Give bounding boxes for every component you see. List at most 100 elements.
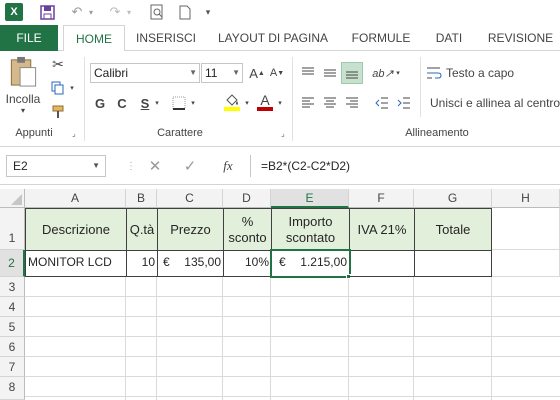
column-header-e[interactable]: E [271, 189, 349, 208]
align-left-icon[interactable] [298, 93, 318, 113]
fill-color-swatch [224, 106, 240, 111]
cell-e2[interactable]: € 1.215,00 [270, 249, 351, 278]
merge-center-button[interactable]: Unisci e allinea al centro [426, 93, 560, 113]
cell-f2[interactable] [349, 250, 415, 277]
increase-indent-icon[interactable] [394, 93, 414, 113]
undo-icon[interactable]: ↶ [67, 2, 87, 22]
divider [420, 57, 421, 117]
align-middle-icon[interactable] [320, 63, 340, 83]
tab-review[interactable]: REVISIONE [483, 25, 558, 51]
column-header-c[interactable]: C [157, 189, 223, 208]
insert-function-button[interactable]: fx [216, 156, 240, 176]
undo-dropdown-icon[interactable]: ▾ [87, 2, 95, 22]
cell-a1[interactable]: Descrizione [25, 208, 127, 251]
borders-dropdown-icon[interactable]: ▾ [189, 93, 197, 113]
clipboard-dialog-launcher-icon[interactable]: ⌟ [72, 129, 76, 138]
cell-e2-value: 1.215,00 [300, 255, 347, 269]
cell-h1[interactable] [492, 208, 560, 250]
font-color-icon[interactable]: A [255, 91, 275, 113]
row-header-4[interactable]: 4 [0, 297, 25, 317]
row-header-8[interactable]: 8 [0, 377, 25, 400]
row-header-6[interactable]: 6 [0, 337, 25, 357]
tab-insert[interactable]: INSERISCI [133, 25, 199, 51]
decrease-indent-icon[interactable] [372, 93, 392, 113]
cell-c2[interactable]: € 135,00 [157, 250, 224, 277]
redo-icon[interactable]: ↷ [105, 2, 125, 22]
align-center-icon[interactable] [320, 93, 340, 113]
name-box[interactable]: E2 ▼ [6, 155, 106, 177]
cell-b1[interactable]: Q.tà [126, 208, 158, 251]
formula-bar: E2 ▼ ⋮ ✕ ✓ fx =B2*(C2-C2*D2) [0, 147, 560, 185]
underline-button[interactable]: S [138, 93, 152, 113]
fill-color-dropdown-icon[interactable]: ▾ [243, 93, 251, 113]
currency-symbol: € [163, 255, 170, 269]
paste-button[interactable]: Incolla ▾ [4, 55, 42, 115]
wrap-text-label: Testo a capo [446, 66, 515, 80]
customize-icon[interactable]: ▾ [202, 2, 214, 22]
tab-file[interactable]: FILE [0, 25, 58, 51]
formula-input[interactable]: =B2*(C2-C2*D2) [250, 155, 560, 177]
font-name-select[interactable]: Calibri ▼ [90, 63, 200, 83]
underline-dropdown-icon[interactable]: ▾ [153, 93, 161, 113]
orientation-dropdown-icon[interactable]: ▾ [394, 63, 402, 83]
format-painter-icon[interactable] [48, 103, 68, 121]
row-header-1[interactable]: 1 [0, 208, 25, 250]
row-header-3[interactable]: 3 [0, 277, 25, 297]
font-group-label: Carattere [157, 127, 203, 139]
font-dialog-launcher-icon[interactable]: ⌟ [281, 129, 285, 138]
redo-dropdown-icon[interactable]: ▾ [125, 2, 133, 22]
more-options-icon: ⋮ [126, 161, 136, 172]
font-size-select[interactable]: 11 ▼ [201, 63, 243, 83]
cancel-icon[interactable]: ✕ [145, 156, 165, 176]
save-icon[interactable] [37, 2, 57, 22]
paste-label: Incolla [5, 92, 41, 106]
tab-data[interactable]: DATI [428, 25, 470, 51]
cell-e1[interactable]: Importo scontato [271, 208, 350, 251]
column-header-d[interactable]: D [223, 189, 271, 208]
fill-color-icon[interactable] [222, 91, 242, 113]
row-header-2[interactable]: 2 [0, 250, 25, 277]
copy-dropdown-icon[interactable]: ▾ [68, 79, 76, 97]
select-all-corner[interactable] [0, 189, 25, 208]
cell-a2[interactable]: MONITOR LCD [25, 250, 127, 277]
cell-f1[interactable]: IVA 21% [349, 208, 415, 251]
cell-g1[interactable]: Totale [414, 208, 492, 251]
bold-button[interactable]: G [92, 93, 108, 113]
italic-button[interactable]: C [114, 93, 130, 113]
tab-page-layout[interactable]: LAYOUT DI PAGINA [212, 25, 334, 51]
column-header-f[interactable]: F [349, 189, 414, 208]
align-right-icon[interactable] [342, 93, 362, 113]
align-bottom-icon[interactable] [341, 62, 363, 84]
increase-font-size-icon[interactable]: A ▲ [248, 63, 266, 83]
row-header-5[interactable]: 5 [0, 317, 25, 337]
copy-icon[interactable] [48, 79, 68, 97]
cell-c1[interactable]: Prezzo [157, 208, 224, 251]
paste-dropdown-icon[interactable]: ▾ [21, 106, 25, 115]
wrap-text-button[interactable]: Testo a capo [426, 63, 556, 83]
enter-icon[interactable]: ✓ [180, 156, 200, 176]
tab-home[interactable]: HOME [63, 25, 125, 52]
row-header-7[interactable]: 7 [0, 357, 25, 377]
cell-d1[interactable]: % sconto [223, 208, 272, 251]
tab-formulas[interactable]: FORMULE [345, 25, 417, 51]
column-header-b[interactable]: B [126, 189, 157, 208]
cut-icon[interactable]: ✂ [48, 55, 68, 73]
divider [84, 57, 85, 141]
column-header-h[interactable]: H [492, 189, 560, 208]
cell-h2[interactable] [492, 250, 560, 277]
print-preview-icon[interactable] [147, 2, 167, 22]
font-color-dropdown-icon[interactable]: ▾ [276, 93, 284, 113]
decrease-font-size-icon[interactable]: A ▼ [268, 63, 286, 83]
orientation-icon[interactable]: ab↗ [372, 63, 394, 83]
align-top-icon[interactable] [298, 63, 318, 83]
column-header-g[interactable]: G [414, 189, 492, 208]
cell-d2[interactable]: 10% [223, 250, 272, 277]
new-document-icon[interactable] [175, 2, 195, 22]
column-header-a[interactable]: A [25, 189, 126, 208]
cell-b2[interactable]: 10 [126, 250, 158, 277]
chevron-down-icon: ▼ [189, 68, 197, 77]
worksheet-grid[interactable]: A B C D E F G H 1 2 3 4 5 6 7 8 Descrizi… [0, 189, 560, 400]
borders-icon[interactable] [170, 93, 188, 113]
cell-g2[interactable] [414, 250, 492, 277]
divider [292, 57, 293, 141]
